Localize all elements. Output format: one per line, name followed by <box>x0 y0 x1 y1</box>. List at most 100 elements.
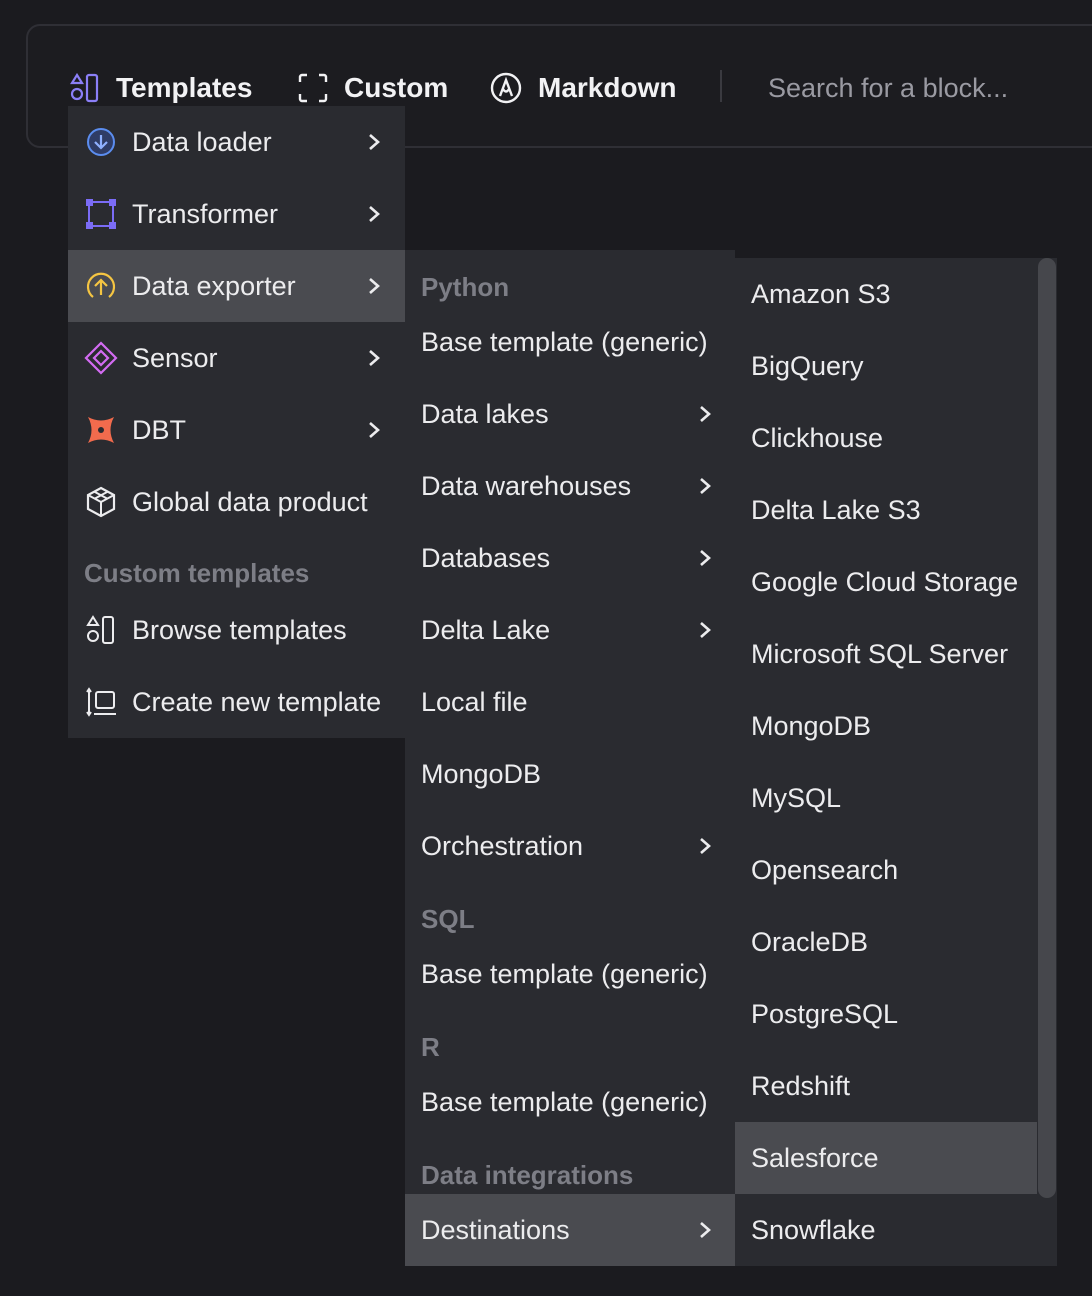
menu-item-destination[interactable]: MongoDB <box>735 690 1037 762</box>
menu-item-label: PostgreSQL <box>751 998 899 1029</box>
menu-item-label: Local file <box>421 686 528 717</box>
menu-item-label: Destinations <box>421 1214 570 1245</box>
menu-item-destination[interactable]: OracleDB <box>735 906 1037 978</box>
menu-item-destination[interactable]: MySQL <box>735 762 1037 834</box>
chevron-right-icon <box>697 476 713 496</box>
templates-icon <box>84 613 118 647</box>
menu-item-destination[interactable]: Clickhouse <box>735 402 1037 474</box>
templates-menu: Data loader Transformer Data exporter Se… <box>68 106 405 738</box>
menu-item-label: Create new template <box>132 686 382 717</box>
menu-item-destination[interactable]: Snowflake <box>735 1194 1037 1266</box>
templates-label: Templates <box>116 72 253 103</box>
chevron-right-icon <box>697 548 713 568</box>
menu-item-label: Browse templates <box>132 614 347 645</box>
menu-item-label: Salesforce <box>751 1142 879 1173</box>
data-exporter-submenu: Python Base template (generic) Data lake… <box>405 250 735 1266</box>
menu-item-label: MySQL <box>751 782 842 813</box>
menu-item-label: Amazon S3 <box>751 278 891 309</box>
markdown-icon <box>490 72 522 104</box>
menu-item-label: Data warehouses <box>421 470 632 501</box>
menu-item-sql-base-template[interactable]: Base template (generic) <box>405 938 735 1010</box>
menu-item-label: Orchestration <box>421 830 584 861</box>
menu-item-destination[interactable]: Amazon S3 <box>735 258 1037 330</box>
destinations-submenu: Amazon S3 BigQuery Clickhouse Delta Lake… <box>735 258 1057 1266</box>
menu-item-label: Clickhouse <box>751 422 884 453</box>
menu-item-label: Databases <box>421 542 551 573</box>
menu-item-global-data-product[interactable]: Global data product <box>68 466 405 538</box>
chevron-right-icon <box>366 132 382 152</box>
menu-item-browse-templates[interactable]: Browse templates <box>68 594 405 666</box>
chevron-right-icon <box>697 836 713 856</box>
menu-item-label: Data lakes <box>421 398 549 429</box>
custom-icon <box>298 73 328 103</box>
menu-item-data-exporter[interactable]: Data exporter <box>68 250 405 322</box>
menu-item-orchestration[interactable]: Orchestration <box>405 810 735 882</box>
menu-item-label: Base template (generic) <box>421 1086 708 1117</box>
data-loader-icon <box>84 125 118 159</box>
menu-item-label: BigQuery <box>751 350 864 381</box>
chevron-right-icon <box>366 420 382 440</box>
templates-button[interactable]: Templates <box>70 70 252 106</box>
menu-item-label: Delta Lake S3 <box>751 494 921 525</box>
menu-item-label: Data exporter <box>132 270 296 301</box>
menu-item-label: DBT <box>132 414 186 445</box>
custom-templates-header: Custom templates <box>84 558 310 588</box>
menu-item-label: MongoDB <box>751 710 872 741</box>
cube-icon <box>84 485 118 519</box>
menu-item-databases[interactable]: Databases <box>405 522 735 594</box>
create-template-icon <box>84 685 118 719</box>
markdown-label: Markdown <box>538 72 677 103</box>
destinations-scrollbar[interactable] <box>1038 258 1056 1198</box>
chevron-right-icon <box>697 620 713 640</box>
custom-label: Custom <box>344 72 449 103</box>
chevron-right-icon <box>366 276 382 296</box>
block-search-input[interactable] <box>768 66 1092 110</box>
menu-item-destination[interactable]: BigQuery <box>735 330 1037 402</box>
chevron-right-icon <box>697 404 713 424</box>
menu-item-label: Opensearch <box>751 854 899 885</box>
menu-item-label: Data loader <box>132 126 272 157</box>
menu-item-destination[interactable]: PostgreSQL <box>735 978 1037 1050</box>
menu-item-label: Transformer <box>132 198 279 229</box>
dbt-icon <box>84 413 118 447</box>
menu-item-label: Google Cloud Storage <box>751 566 1019 597</box>
menu-item-data-warehouses[interactable]: Data warehouses <box>405 450 735 522</box>
r-header: R <box>421 1032 440 1062</box>
menu-item-destination[interactable]: Delta Lake S3 <box>735 474 1037 546</box>
menu-item-data-lakes[interactable]: Data lakes <box>405 378 735 450</box>
chevron-right-icon <box>366 348 382 368</box>
chevron-right-icon <box>697 1220 713 1240</box>
toolbar-divider <box>720 70 722 102</box>
menu-item-sensor[interactable]: Sensor <box>68 322 405 394</box>
menu-item-destinations[interactable]: Destinations <box>405 1194 735 1266</box>
menu-item-r-base-template[interactable]: Base template (generic) <box>405 1066 735 1138</box>
menu-item-label: Snowflake <box>751 1214 876 1245</box>
python-header: Python <box>421 272 510 302</box>
custom-button[interactable]: Custom <box>298 70 448 106</box>
menu-item-label: Global data product <box>132 486 368 517</box>
menu-item-label: MongoDB <box>421 758 542 789</box>
transformer-icon <box>84 197 118 231</box>
sensor-icon <box>84 341 118 375</box>
menu-item-label: Sensor <box>132 342 218 373</box>
markdown-button[interactable]: Markdown <box>490 70 676 106</box>
menu-item-data-loader[interactable]: Data loader <box>68 106 405 178</box>
menu-item-label: Delta Lake <box>421 614 551 645</box>
menu-item-destination[interactable]: Opensearch <box>735 834 1037 906</box>
chevron-right-icon <box>366 204 382 224</box>
menu-item-python-base-template[interactable]: Base template (generic) <box>405 306 735 378</box>
menu-item-label: OracleDB <box>751 926 869 957</box>
menu-item-destination[interactable]: Redshift <box>735 1050 1037 1122</box>
templates-icon <box>70 73 99 103</box>
menu-item-local-file[interactable]: Local file <box>405 666 735 738</box>
menu-item-transformer[interactable]: Transformer <box>68 178 405 250</box>
menu-item-destination[interactable]: Microsoft SQL Server <box>735 618 1037 690</box>
menu-item-label: Redshift <box>751 1070 851 1101</box>
menu-item-mongodb[interactable]: MongoDB <box>405 738 735 810</box>
menu-item-delta-lake[interactable]: Delta Lake <box>405 594 735 666</box>
menu-item-destination-salesforce[interactable]: Salesforce <box>735 1122 1037 1194</box>
menu-item-destination[interactable]: Google Cloud Storage <box>735 546 1037 618</box>
menu-item-dbt[interactable]: DBT <box>68 394 405 466</box>
menu-item-create-new-template[interactable]: Create new template <box>68 666 405 738</box>
menu-item-label: Microsoft SQL Server <box>751 638 1009 669</box>
